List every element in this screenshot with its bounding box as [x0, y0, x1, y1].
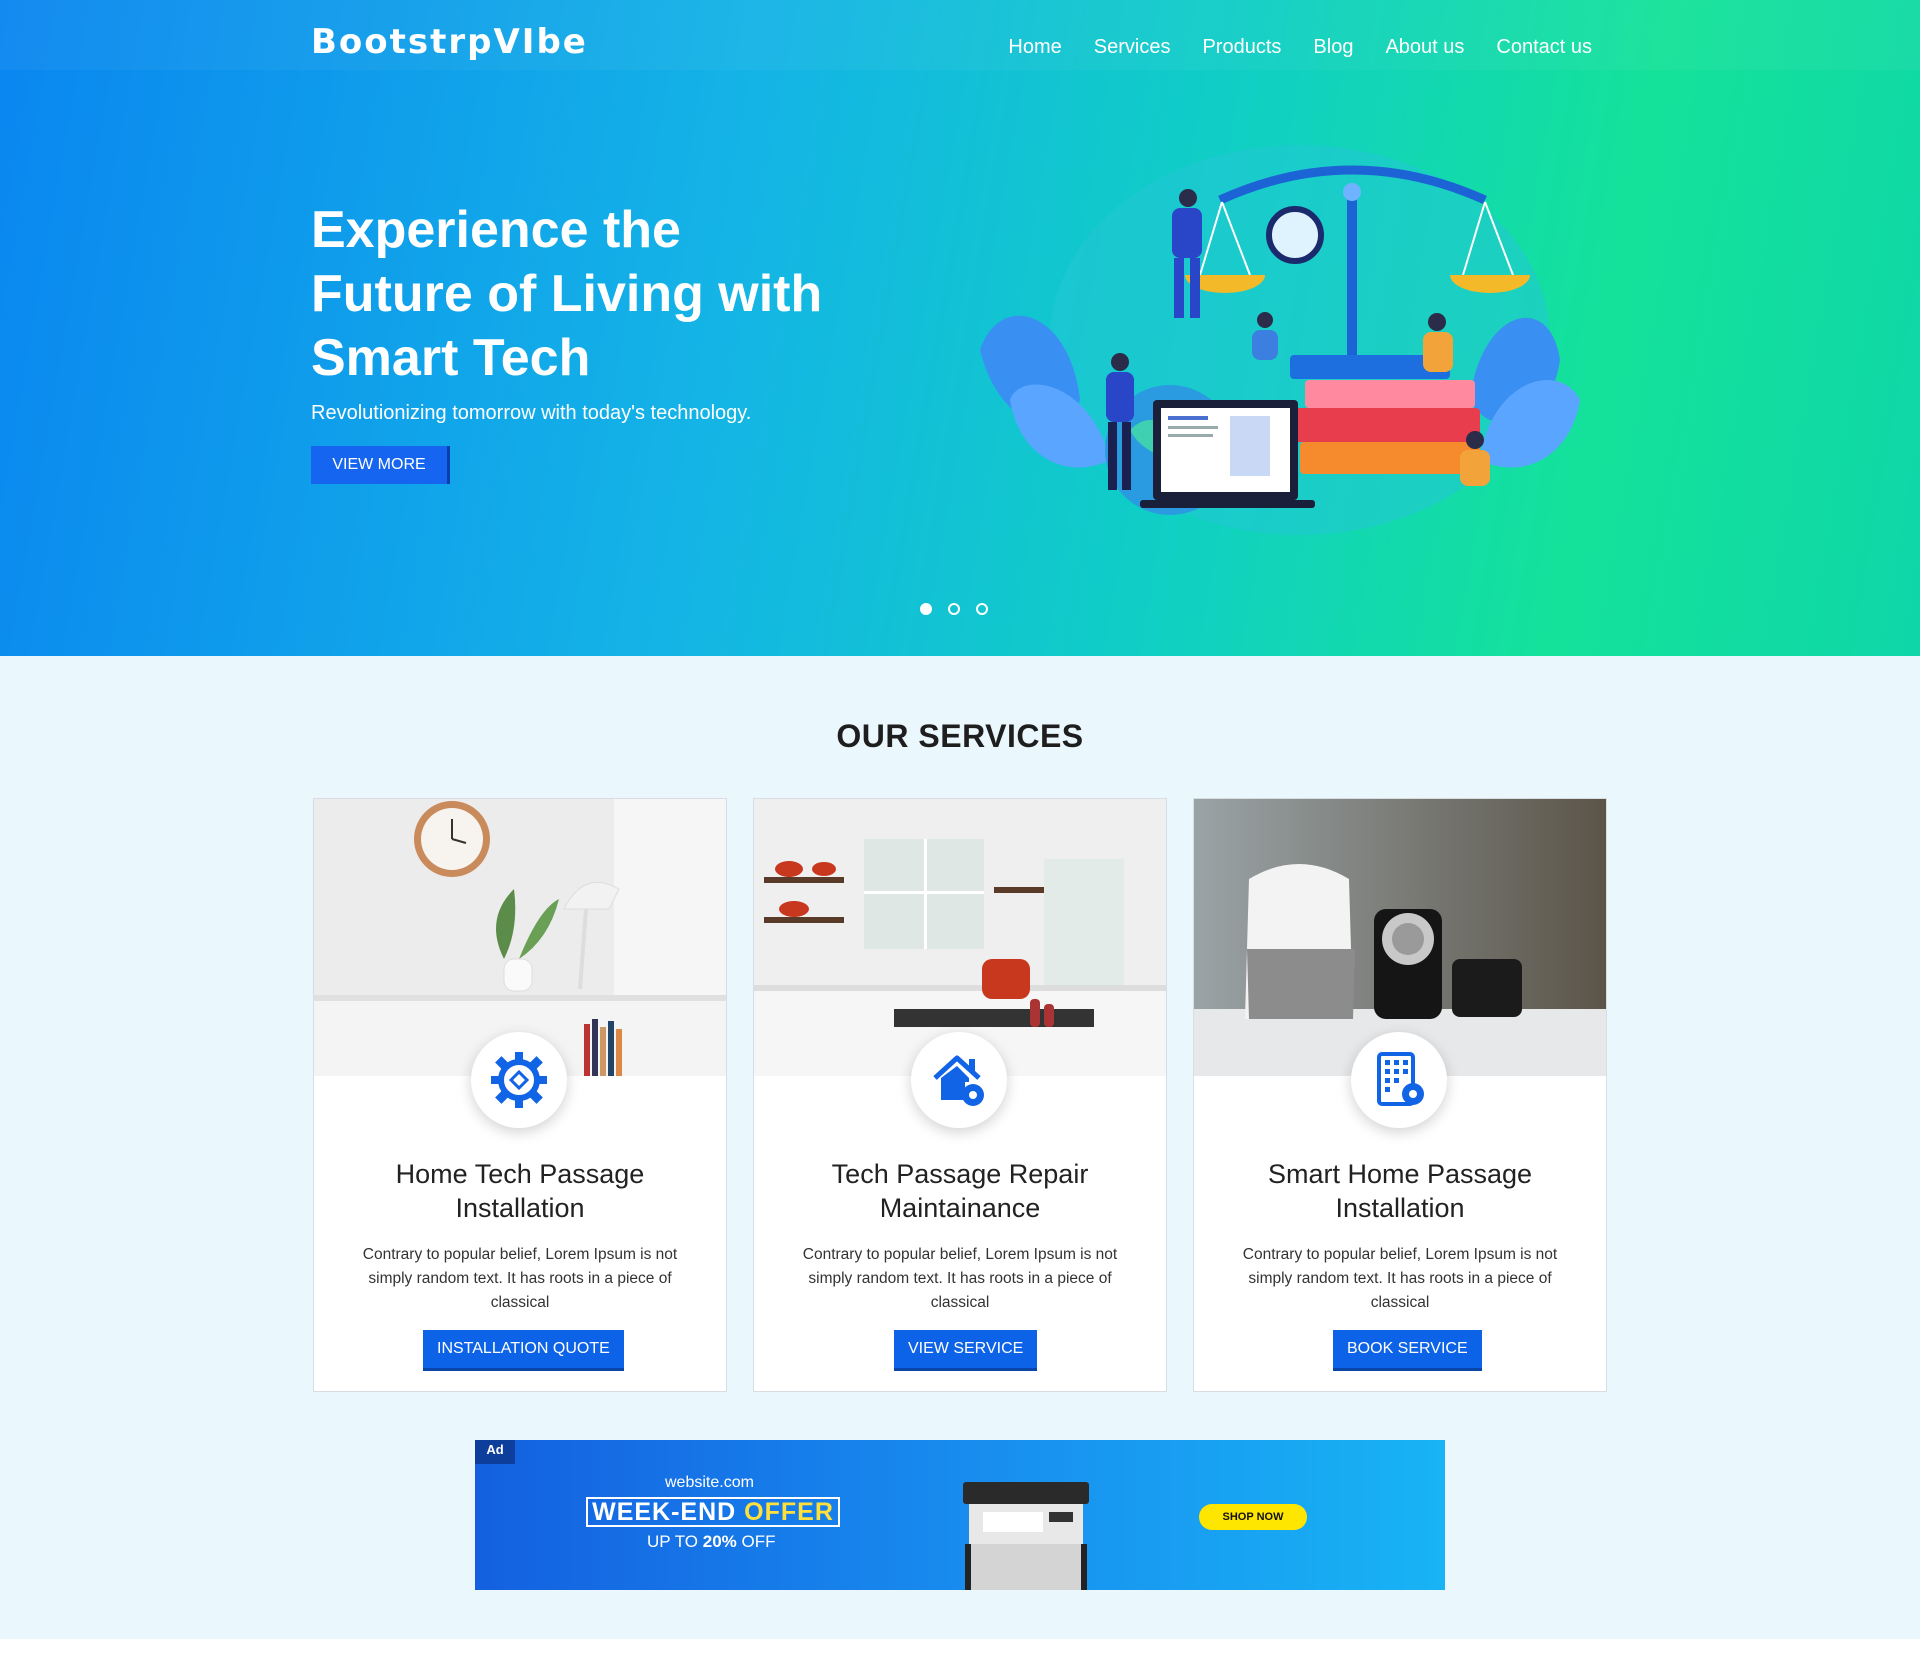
card-icon-circle	[471, 1032, 567, 1128]
nav-home[interactable]: Home	[1008, 36, 1061, 59]
view-service-button[interactable]: VIEW SERVICE	[894, 1330, 1038, 1368]
card-text: Contrary to popular belief, Lorem Ipsum …	[362, 1246, 678, 1311]
printer-image	[963, 1482, 1089, 1590]
ad-discount-prefix: UP TO	[647, 1532, 699, 1551]
card-title: Home Tech Passage Installation	[395, 1159, 645, 1223]
nav-blog[interactable]: Blog	[1313, 36, 1353, 59]
nav-services[interactable]: Services	[1094, 36, 1171, 59]
site-logo[interactable]: BootstrpVIbe	[311, 22, 588, 62]
ad-discount: UP TO 20% OFF	[647, 1532, 776, 1552]
ad-offer-title: WEEK-END OFFER	[586, 1497, 840, 1527]
services-heading: OUR SERVICES	[836, 718, 1084, 754]
gear-icon	[491, 1052, 547, 1108]
card-title: Smart Home Passage Installation	[1267, 1159, 1533, 1223]
ad-discount-suffix: OFF	[741, 1532, 776, 1551]
view-more-button[interactable]: VIEW MORE	[311, 446, 447, 484]
nav-about-us[interactable]: About us	[1385, 36, 1464, 59]
carousel-indicators	[920, 603, 988, 615]
carousel-dot-1[interactable]	[920, 603, 932, 615]
hero-illustration	[980, 145, 1580, 535]
hero-section: BootstrpVIbe Home Services Products Blog…	[0, 0, 1920, 656]
home-gear-icon	[933, 1055, 984, 1106]
card-title: Tech Passage Repair Maintainance	[831, 1159, 1089, 1223]
building-gear-icon	[1377, 1052, 1424, 1106]
nav-products[interactable]: Products	[1202, 36, 1281, 59]
carousel-dot-3[interactable]	[976, 603, 988, 615]
ad-offer-yellow: OFFER	[744, 1498, 834, 1526]
card-text: Contrary to popular belief, Lorem Ipsum …	[802, 1246, 1118, 1311]
carousel-dot-2[interactable]	[948, 603, 960, 615]
main-nav: Home Services Products Blog About us Con…	[1008, 36, 1592, 59]
card-text: Contrary to popular belief, Lorem Ipsum …	[1242, 1246, 1558, 1311]
shop-now-button[interactable]: SHOP NOW	[1199, 1504, 1307, 1530]
ad-offer-white: WEEK-END	[592, 1498, 737, 1526]
installation-quote-button[interactable]: INSTALLATION QUOTE	[423, 1330, 624, 1368]
hero-subtitle: Revolutionizing tomorrow with today's te…	[311, 402, 752, 424]
hero-title: Experience the Future of Living with Sma…	[311, 201, 823, 387]
ad-discount-value: 20%	[702, 1532, 737, 1551]
card-icon-circle	[911, 1032, 1007, 1128]
ad-banner[interactable]: Ad website.com WEEK-END OFFER UP TO 20% …	[475, 1440, 1445, 1590]
service-card: Smart Home Passage Installation Contrary…	[1193, 798, 1607, 1392]
service-card: Tech Passage Repair Maintainance Contrar…	[753, 798, 1167, 1392]
book-service-button[interactable]: BOOK SERVICE	[1333, 1330, 1482, 1368]
nav-contact-us[interactable]: Contact us	[1496, 36, 1592, 59]
card-icon-circle	[1351, 1032, 1447, 1128]
service-card: Home Tech Passage Installation Contrary …	[313, 798, 727, 1392]
ad-badge: Ad	[475, 1440, 515, 1464]
ad-site-name: website.com	[665, 1474, 754, 1491]
